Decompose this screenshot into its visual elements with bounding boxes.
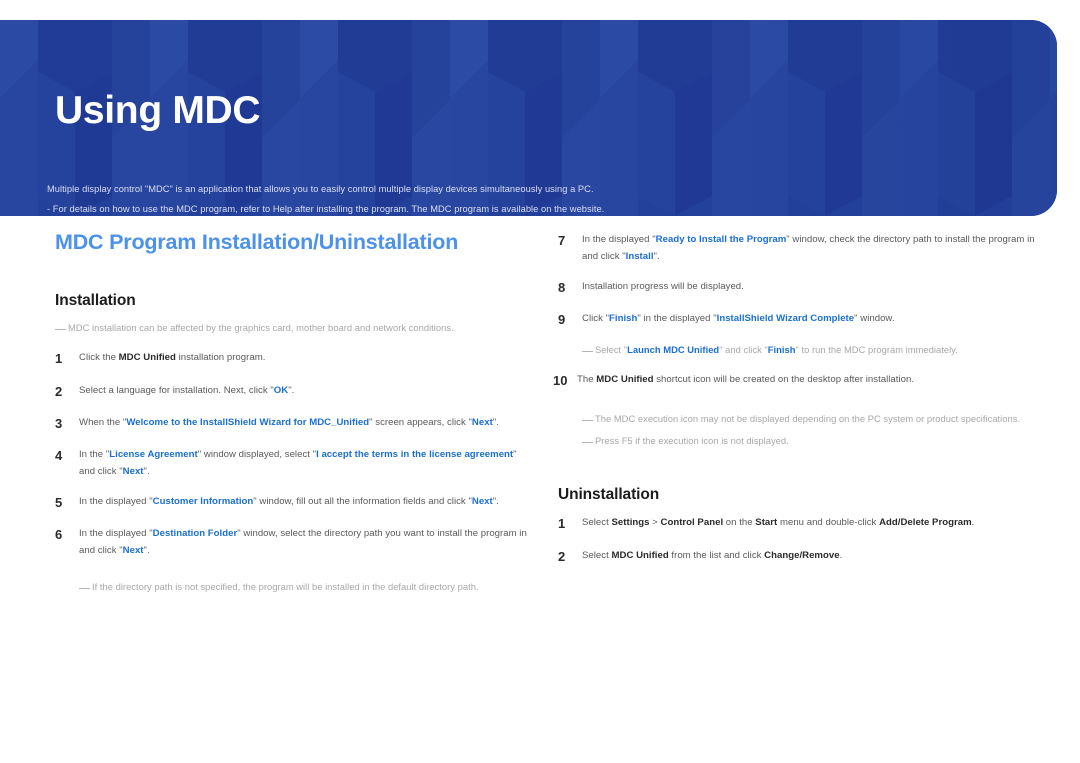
installation-step-5: 5 In the displayed "Customer Information… [55, 494, 535, 513]
installation-step10-note-a: The MDC execution icon may not be displa… [558, 411, 1038, 426]
step-text: Click the MDC Unified installation progr… [79, 352, 266, 364]
uninstallation-heading: Uninstallation [558, 486, 660, 504]
step-text: The MDC Unified shortcut icon will be cr… [577, 374, 915, 386]
banner-description-line-2: - For details on how to use the MDC prog… [47, 204, 605, 215]
installation-intro-note-text: MDC installation can be affected by the … [68, 322, 454, 333]
installation-step10-note-b: Press F5 if the execution icon is not di… [558, 433, 1038, 448]
note-dash-icon [79, 587, 90, 589]
installation-step9-note-text: Select "Launch MDC Unified" and click "F… [595, 344, 958, 356]
step-number: 1 [558, 516, 566, 532]
step-number: 2 [558, 548, 566, 564]
installation-step-10: 10 The MDC Unified shortcut icon will be… [553, 372, 1038, 391]
page-title: Using MDC [55, 89, 261, 132]
step-number: 3 [55, 415, 63, 431]
step-number: 10 [553, 373, 568, 389]
step-text: In the displayed "Ready to Install the P… [582, 234, 1035, 262]
installation-step-6: 6 In the displayed "Destination Folder" … [55, 526, 535, 559]
step-number: 8 [558, 279, 566, 295]
step-number: 6 [55, 527, 63, 543]
step-number: 2 [55, 383, 63, 399]
step-text: Click "Finish" in the displayed "Install… [582, 312, 895, 324]
installation-step10-note-a-text: The MDC execution icon may not be displa… [595, 412, 1021, 424]
step-number: 1 [55, 351, 63, 367]
left-column: MDC Program Installation/Uninstallation … [55, 230, 535, 602]
installation-heading: Installation [55, 292, 136, 309]
installation-step-4: 4 In the "License Agreement" window disp… [55, 447, 535, 480]
step-text: In the displayed "Destination Folder" wi… [79, 528, 527, 556]
uninstallation-step-2: 2 Select MDC Unified from the list and c… [558, 548, 1038, 567]
page-header-banner: Using MDC Multiple display control "MDC"… [0, 20, 1057, 216]
step-number: 9 [558, 311, 566, 327]
step-text: Select MDC Unified from the list and cli… [582, 549, 843, 561]
installation-step-3: 3 When the "Welcome to the InstallShield… [55, 415, 535, 434]
step-text: Select a language for installation. Next… [79, 384, 295, 396]
banner-description: Multiple display control "MDC" is an app… [47, 183, 1007, 216]
page-content: MDC Program Installation/Uninstallation … [0, 216, 1080, 763]
step-text: In the displayed "Customer Information" … [79, 495, 499, 507]
note-dash-icon [582, 351, 593, 353]
installation-step10-note-b-text: Press F5 if the execution icon is not di… [595, 435, 789, 446]
main-heading: MDC Program Installation/Uninstallation [55, 230, 459, 254]
installation-step-2: 2 Select a language for installation. Ne… [55, 383, 535, 402]
installation-step-1: 1 Click the MDC Unified installation pro… [55, 350, 535, 369]
note-dash-icon [55, 329, 66, 330]
installation-step6-note: If the directory path is not specified, … [55, 579, 535, 594]
installation-step-7: 7 In the displayed "Ready to Install the… [558, 232, 1038, 265]
note-dash-icon [582, 419, 593, 421]
step-number: 5 [55, 494, 63, 510]
step-text: When the "Welcome to the InstallShield W… [79, 416, 499, 428]
banner-description-line-1: Multiple display control "MDC" is an app… [47, 184, 594, 194]
step-number: 7 [558, 233, 566, 248]
step-text: In the "License Agreement" window displa… [79, 449, 517, 477]
step-number: 4 [55, 448, 63, 464]
uninstallation-step-1: 1 Select Settings > Control Panel on the… [558, 515, 1038, 534]
installation-step-9: 9 Click "Finish" in the displayed "Insta… [558, 311, 1038, 330]
step-text: Installation progress will be displayed. [582, 280, 744, 292]
step-text: Select Settings > Control Panel on the S… [582, 517, 975, 529]
right-column: 7 In the displayed "Ready to Install the… [553, 232, 1038, 580]
note-dash-icon [582, 442, 593, 443]
installation-step9-note: Select "Launch MDC Unified" and click "F… [558, 342, 1038, 357]
installation-intro-note: MDC installation can be affected by the … [55, 320, 535, 335]
installation-step-8: 8 Installation progress will be displaye… [558, 279, 1038, 298]
installation-step6-note-text: If the directory path is not specified, … [92, 580, 479, 592]
